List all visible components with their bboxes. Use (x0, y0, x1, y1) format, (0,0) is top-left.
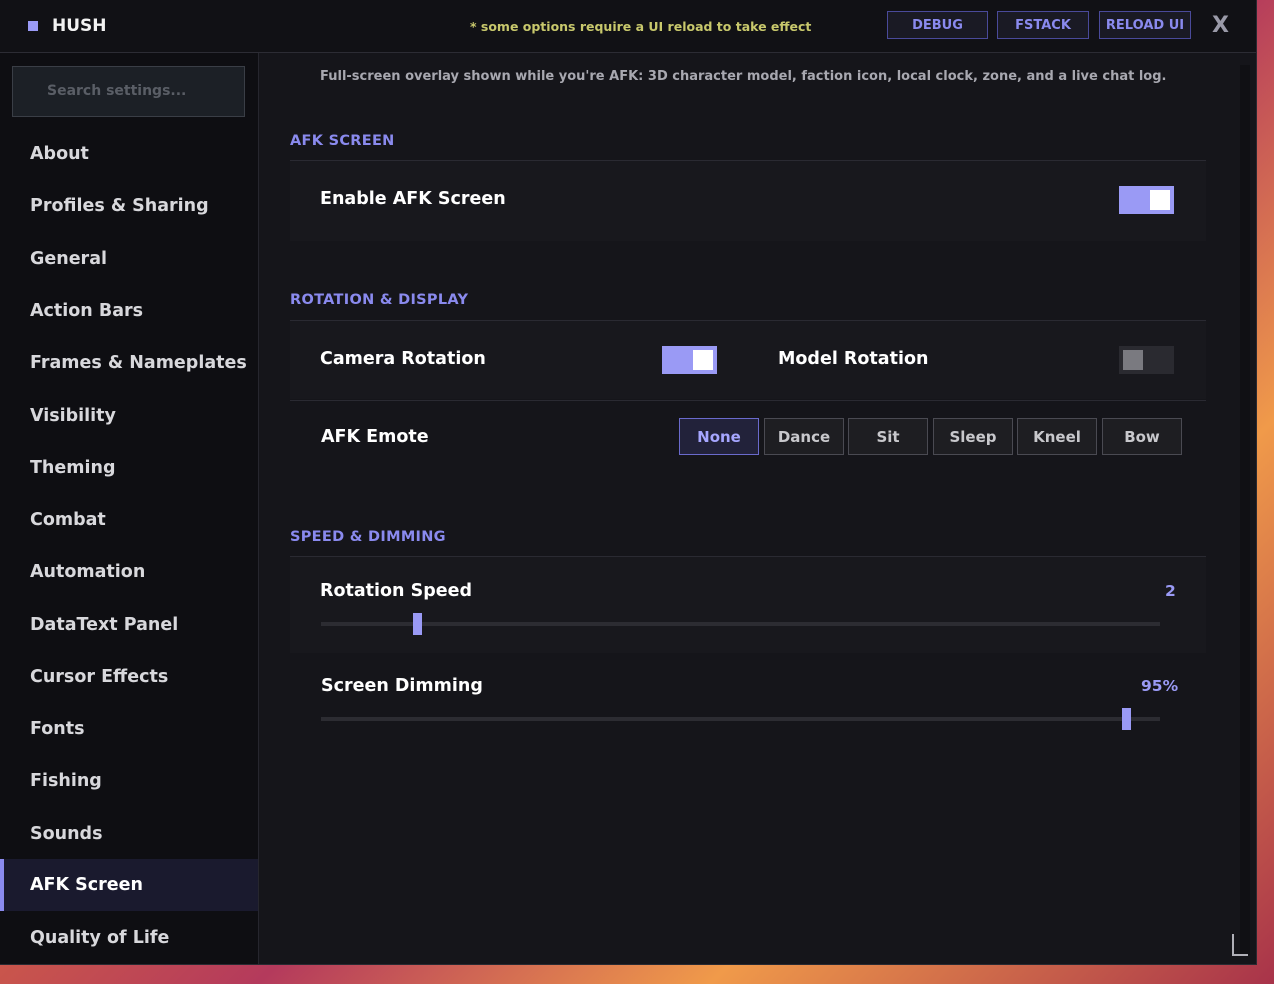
sidebar-item-fishing[interactable]: Fishing (0, 755, 258, 807)
reload-note: * some options require a UI reload to ta… (470, 19, 812, 34)
sidebar-item-quality-of-life[interactable]: Quality of Life (0, 912, 258, 964)
screen-dimming-value: 95% (1141, 677, 1179, 695)
section-title-speed-dimming: SPEED & DIMMING (290, 529, 446, 545)
rotation-speed-value: 2 (1165, 582, 1176, 600)
scrollbar[interactable] (1240, 65, 1250, 955)
emote-option-none[interactable]: None (679, 418, 759, 455)
search-input[interactable]: Search settings... (12, 66, 245, 117)
emote-option-kneel[interactable]: Kneel (1017, 418, 1097, 455)
resize-grip-icon[interactable] (1232, 934, 1248, 956)
sidebar-item-afk-screen[interactable]: AFK Screen (0, 859, 258, 911)
emote-option-sit[interactable]: Sit (848, 418, 928, 455)
section-title-afk-screen: AFK SCREEN (290, 133, 395, 149)
sidebar-item-action-bars[interactable]: Action Bars (0, 285, 258, 337)
sidebar-item-automation[interactable]: Automation (0, 546, 258, 598)
sidebar-item-frames-nameplates[interactable]: Frames & Nameplates (0, 337, 258, 389)
enable-afk-label: Enable AFK Screen (320, 189, 506, 209)
sidebar-item-combat[interactable]: Combat (0, 494, 258, 546)
reload-ui-button[interactable]: RELOAD UI (1099, 11, 1191, 39)
sidebar-item-general[interactable]: General (0, 233, 258, 285)
sidebar-item-about[interactable]: About (0, 128, 258, 180)
rotation-speed-slider[interactable] (321, 613, 1160, 635)
emote-option-sleep[interactable]: Sleep (933, 418, 1013, 455)
enable-afk-toggle[interactable] (1119, 186, 1174, 214)
sidebar-item-profiles-sharing[interactable]: Profiles & Sharing (0, 180, 258, 232)
setting-row-screen-dimming: Screen Dimming 95% (290, 654, 1206, 750)
setting-row-rotation: Camera Rotation Model Rotation (290, 321, 1206, 399)
toggle-knob (1123, 350, 1143, 370)
debug-button[interactable]: DEBUG (887, 11, 988, 39)
fstack-button[interactable]: FSTACK (997, 11, 1089, 39)
afk-emote-label: AFK Emote (321, 427, 429, 447)
sidebar-item-datatext-panel[interactable]: DataText Panel (0, 599, 258, 651)
sidebar-item-cursor-effects[interactable]: Cursor Effects (0, 651, 258, 703)
model-rotation-label: Model Rotation (778, 349, 929, 369)
emote-option-dance[interactable]: Dance (764, 418, 844, 455)
toggle-knob (1150, 190, 1170, 210)
screen-dimming-label: Screen Dimming (321, 676, 483, 696)
settings-window: HUSH * some options require a UI reload … (0, 0, 1257, 965)
page-description: Full-screen overlay shown while you're A… (320, 69, 1167, 84)
rotation-speed-slider-thumb[interactable] (413, 613, 423, 635)
close-button[interactable]: X (1212, 13, 1229, 38)
sidebar: Search settings... About Profiles & Shar… (0, 53, 259, 964)
emote-option-bow[interactable]: Bow (1102, 418, 1182, 455)
setting-row-rotation-speed: Rotation Speed 2 (290, 557, 1206, 653)
camera-rotation-label: Camera Rotation (320, 349, 486, 369)
section-title-rotation-display: ROTATION & DISPLAY (290, 292, 469, 308)
camera-rotation-toggle[interactable] (662, 346, 717, 374)
rotation-speed-label: Rotation Speed (320, 581, 473, 601)
model-rotation-toggle[interactable] (1119, 346, 1174, 374)
toggle-knob (693, 350, 713, 370)
sidebar-item-visibility[interactable]: Visibility (0, 390, 258, 442)
title-bar: HUSH * some options require a UI reload … (0, 0, 1256, 53)
sidebar-item-fonts[interactable]: Fonts (0, 703, 258, 755)
sidebar-item-theming[interactable]: Theming (0, 442, 258, 494)
setting-row-enable-afk: Enable AFK Screen (290, 161, 1206, 241)
app-logo-icon (28, 21, 38, 31)
screen-dimming-slider[interactable] (321, 708, 1160, 730)
main-content: Full-screen overlay shown while you're A… (259, 53, 1256, 964)
screen-dimming-slider-thumb[interactable] (1122, 708, 1132, 730)
app-title: HUSH (52, 16, 107, 36)
sidebar-item-sounds[interactable]: Sounds (0, 808, 258, 860)
